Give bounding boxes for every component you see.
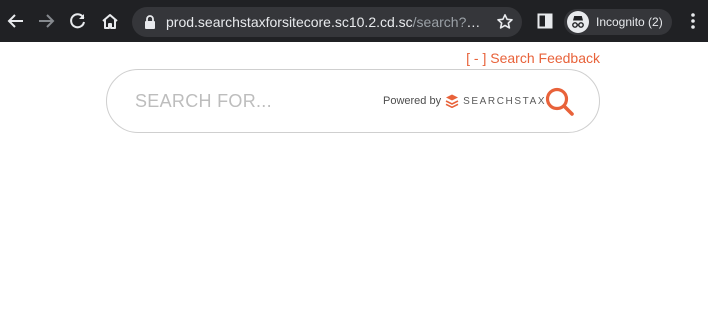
side-panel-button[interactable]	[533, 9, 557, 33]
star-icon[interactable]	[496, 13, 514, 31]
browser-toolbar: prod.searchstaxforsitecore.sc10.2.cd.sc/…	[0, 0, 708, 42]
brand-name: SEARCHSTAX	[463, 95, 547, 107]
profile-label: Incognito (2)	[596, 15, 663, 29]
search-box: Powered by SEARCHSTAX	[106, 69, 600, 133]
browser-menu-button[interactable]	[681, 9, 705, 33]
incognito-icon	[567, 11, 589, 33]
searchstax-logo-icon	[445, 94, 459, 108]
address-bar[interactable]: prod.searchstaxforsitecore.sc10.2.cd.sc/…	[132, 7, 522, 37]
url-host: prod.searchstaxforsitecore.sc10.2.cd.sc	[166, 14, 413, 30]
lock-icon[interactable]	[142, 14, 158, 30]
powered-by-badge: Powered by SEARCHSTAX	[383, 93, 546, 109]
search-input[interactable]	[135, 86, 365, 116]
reload-icon	[70, 13, 85, 29]
side-panel-icon	[537, 13, 553, 29]
arrow-right-icon	[39, 14, 55, 28]
back-button[interactable]	[4, 9, 28, 33]
incognito-profile-button[interactable]: Incognito (2)	[564, 9, 672, 35]
powered-by-label: Powered by	[383, 95, 442, 107]
forward-button[interactable]	[34, 9, 58, 33]
search-feedback-link[interactable]: [ - ] Search Feedback	[466, 50, 600, 67]
arrow-left-icon	[7, 14, 23, 28]
reload-button[interactable]	[66, 9, 90, 33]
home-icon	[102, 14, 118, 29]
url-path: /search?sea...	[412, 14, 484, 30]
search-button[interactable]	[544, 86, 576, 118]
kebab-menu-icon	[691, 13, 695, 29]
url-text[interactable]: prod.searchstaxforsitecore.sc10.2.cd.sc/…	[166, 13, 484, 31]
home-button[interactable]	[98, 9, 122, 33]
magnifier-icon	[545, 87, 574, 116]
